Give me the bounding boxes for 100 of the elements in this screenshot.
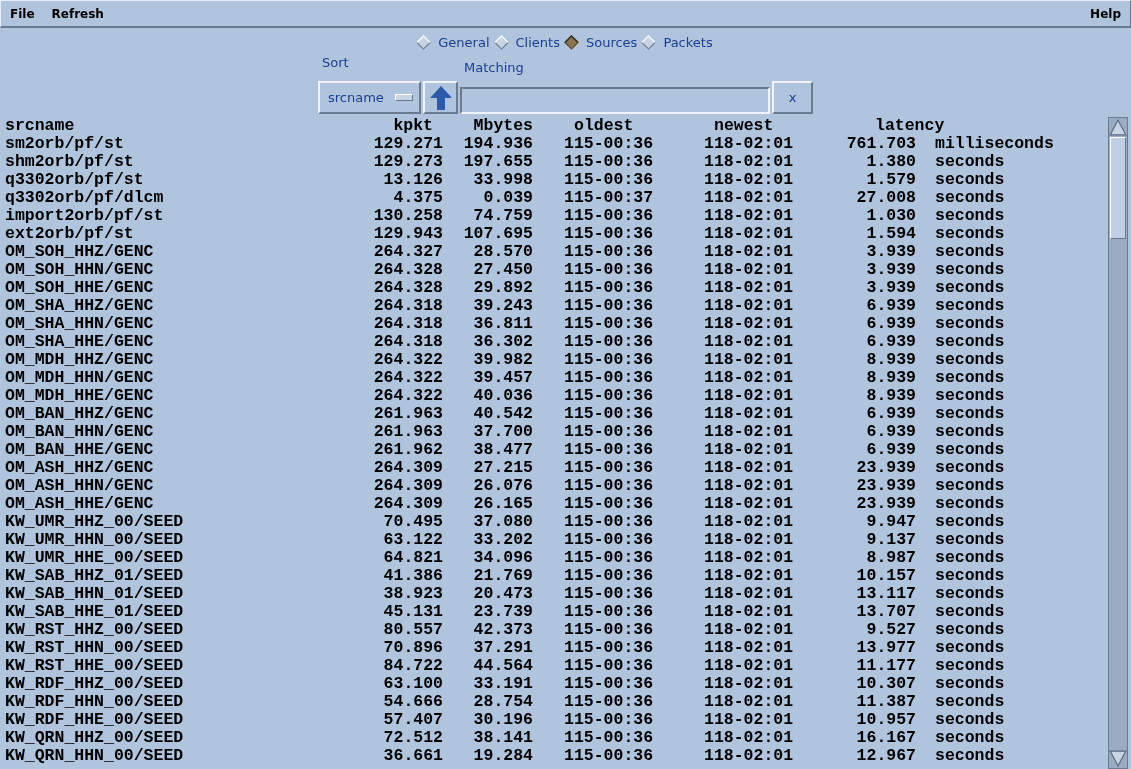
table-cell-text: 118-02:01 (704, 189, 795, 207)
scroll-down-icon[interactable] (1109, 750, 1127, 768)
table-cell-text: 44.564 (472, 657, 533, 675)
menu-item[interactable]: File (10, 6, 35, 21)
table-cell-text: sm2orb/pf/st (5, 135, 125, 153)
table-cell-text: OM_MDH_HHN/GENC (5, 369, 155, 387)
table-cell-text: 36.302 (472, 333, 533, 351)
table-cell-text: seconds (934, 549, 1006, 567)
table-cell-text: 115-00:36 (563, 351, 655, 369)
table-cell-text: 6.939 (865, 405, 916, 423)
radio-diamond-icon[interactable] (416, 34, 432, 50)
table-cell-text: 130.258 (372, 207, 443, 225)
radio-diamond-icon[interactable] (563, 34, 579, 50)
table-cell-text: 118-02:01 (704, 423, 795, 441)
table-cell-text: 23.939 (855, 459, 916, 477)
table-cell-text: 10.157 (855, 567, 916, 585)
table-cell-text: 10.307 (855, 675, 916, 693)
up-arrow-icon (428, 84, 453, 111)
table-cell-text: 26.076 (472, 477, 533, 495)
table-cell-text: OM_SOH_HHZ/GENC (5, 243, 155, 261)
table-cell-text: 264.328 (372, 279, 443, 297)
sort-direction-button[interactable] (423, 81, 458, 114)
table-cell-text: 264.318 (372, 297, 443, 315)
table-cell-text: 20.473 (472, 585, 533, 603)
table-cell-text: seconds (934, 495, 1006, 513)
table-cell-text: seconds (934, 657, 1006, 675)
table-cell-text: 118-02:01 (704, 495, 795, 513)
table-cell-text: 27.215 (472, 459, 533, 477)
table-cell-text: 36.811 (472, 315, 533, 333)
table-cell-text: 36.661 (382, 747, 443, 765)
sort-label: Sort (321, 55, 350, 70)
tab-label[interactable]: Packets (663, 34, 713, 50)
table-cell-text: seconds (934, 243, 1006, 261)
column-header: kpkt (392, 117, 434, 135)
matching-input-field[interactable] (460, 87, 770, 114)
scrollbar-thumb[interactable] (1110, 137, 1126, 239)
table-cell-text: 107.695 (462, 225, 533, 243)
table-cell-text: seconds (934, 513, 1006, 531)
table-cell-text: 6.939 (865, 297, 916, 315)
table-cell-text: KW_QRN_HHZ_00/SEED (5, 729, 185, 747)
tab-label[interactable]: Clients (515, 34, 560, 50)
table-cell-text: 39.982 (472, 351, 533, 369)
table-cell-text: 33.202 (472, 531, 533, 549)
table-cell-text: OM_MDH_HHE/GENC (5, 387, 155, 405)
help-menu[interactable]: Help (1090, 6, 1121, 21)
table-cell-text: 30.196 (472, 711, 533, 729)
table-cell-text: 40.036 (472, 387, 533, 405)
table-cell-text: 41.386 (382, 567, 443, 585)
table-cell-text: milliseconds (934, 135, 1055, 153)
table-cell-text: seconds (934, 405, 1006, 423)
table-cell-text: 118-02:01 (704, 261, 795, 279)
table-cell-text: 11.387 (855, 693, 916, 711)
table-cell-text: 118-02:01 (704, 153, 795, 171)
table-cell-text: seconds (934, 261, 1006, 279)
table-cell-text: 115-00:36 (563, 477, 655, 495)
table-cell-text: OM_ASH_HHZ/GENC (5, 459, 155, 477)
table-cell-text: 118-02:01 (704, 207, 795, 225)
sort-dropdown[interactable]: srcname (318, 81, 421, 114)
table-cell-text: 115-00:36 (563, 711, 655, 729)
column-header: latency (874, 117, 946, 135)
table-cell-text: 70.495 (382, 513, 443, 531)
table-cell-text: 118-02:01 (704, 603, 795, 621)
radio-diamond-icon[interactable] (493, 34, 509, 50)
table-cell-text: 115-00:36 (563, 459, 655, 477)
table-cell-text: KW_RST_HHE_00/SEED (5, 657, 185, 675)
table-cell-text: KW_SAB_HHN_01/SEED (5, 585, 185, 603)
tab-label[interactable]: General (438, 34, 490, 50)
table-cell-text: 115-00:36 (563, 729, 655, 747)
menu-item[interactable]: Refresh (51, 6, 104, 21)
table-cell-text: 19.284 (472, 747, 533, 765)
table-cell-text: 57.407 (382, 711, 443, 729)
table-cell-text: KW_QRN_HHN_00/SEED (5, 747, 185, 765)
table-cell-text: 39.243 (472, 297, 533, 315)
table-cell-text: 118-02:01 (704, 351, 795, 369)
radio-diamond-icon[interactable] (641, 34, 657, 50)
table-cell-text: 84.722 (382, 657, 443, 675)
table-cell-text: 9.137 (865, 531, 916, 549)
table-cell-text: 115-00:36 (563, 531, 655, 549)
table-cell-text: 3.939 (865, 261, 916, 279)
table-cell-text: 37.700 (472, 423, 533, 441)
table-cell-text: 38.477 (472, 441, 533, 459)
table-cell-text: 13.117 (855, 585, 916, 603)
table-cell-text: 8.939 (865, 369, 916, 387)
table-cell-text: seconds (934, 369, 1006, 387)
clear-button[interactable]: x (772, 81, 813, 114)
table-cell-text: seconds (934, 747, 1006, 765)
table-cell-text: 63.122 (382, 531, 443, 549)
table-cell-text: 118-02:01 (704, 693, 795, 711)
table-cell-text: OM_BAN_HHN/GENC (5, 423, 155, 441)
table-cell-text: 115-00:36 (563, 567, 655, 585)
table-cell-text: 118-02:01 (704, 387, 795, 405)
table-cell-text: 45.131 (382, 603, 443, 621)
table-cell-text: OM_ASH_HHE/GENC (5, 495, 155, 513)
table-cell-text: 40.542 (472, 405, 533, 423)
tab-label[interactable]: Sources (585, 34, 638, 50)
table-cell-text: 118-02:01 (704, 639, 795, 657)
table-cell-text: seconds (934, 153, 1006, 171)
table-cell-text: 28.754 (472, 693, 533, 711)
table-cell-text: seconds (934, 621, 1006, 639)
scrollbar[interactable] (1108, 117, 1128, 769)
